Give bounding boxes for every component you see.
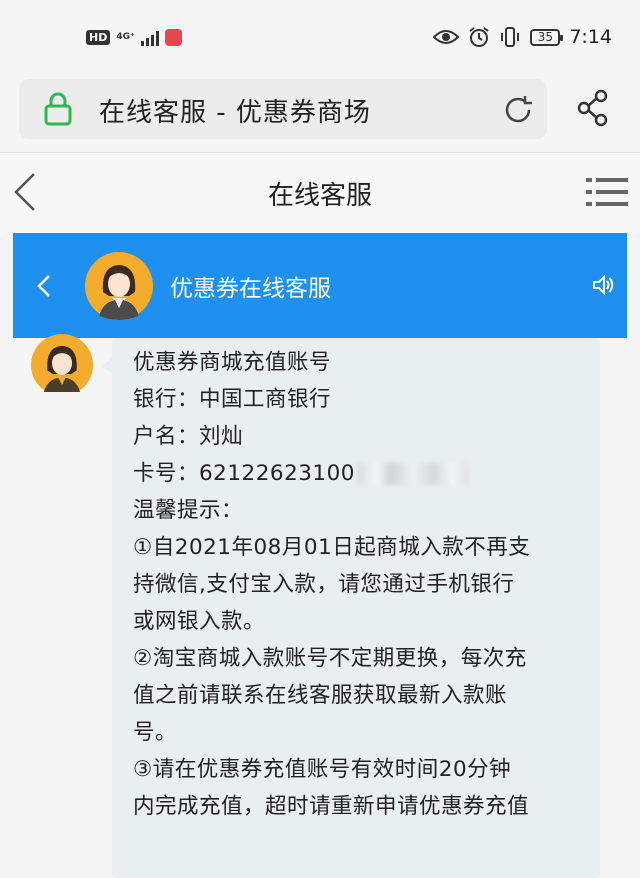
tip-line: 内完成充值，超时请重新申请优惠券充值 <box>133 794 530 819</box>
tips-label: 温馨提示： <box>133 498 244 523</box>
status-right: 35 7:14 <box>433 26 612 48</box>
notification-app-icon <box>164 29 182 46</box>
chat-back-icon[interactable] <box>35 273 53 299</box>
lock-icon <box>44 92 72 126</box>
card-number-text: 卡号：62122623100 <box>133 461 355 486</box>
bank-line: 银行：中国工商银行 <box>133 387 332 412</box>
message-avatar <box>31 334 93 392</box>
tip-line: ②淘宝商城入款账号不定期更换，每次充 <box>133 646 527 671</box>
tip-line: ③请在优惠券充值账号有效时间20分钟 <box>133 757 512 782</box>
message-bubble: 优惠券商城充值账号 银行：中国工商银行 户名：刘灿 卡号：62122623100… <box>102 338 600 878</box>
speaker-icon[interactable] <box>591 273 615 297</box>
status-time: 7:14 <box>569 26 612 48</box>
tip-line: 号。 <box>133 720 178 745</box>
battery-icon: 35 <box>530 28 564 46</box>
nav-header: 在线客服 <box>0 152 640 233</box>
message-heading: 优惠券商城充值账号 <box>133 350 332 375</box>
tip-line: 持微信,支付宝入款，请您通过手机银行 <box>133 572 515 597</box>
reload-icon[interactable] <box>501 93 535 127</box>
nav-title: 在线客服 <box>267 181 372 211</box>
alarm-icon <box>469 27 489 47</box>
vibrate-icon <box>501 27 520 47</box>
card-number-line: 卡号：62122623100 <box>133 455 600 492</box>
hd-badge: HD <box>86 30 111 45</box>
agent-avatar <box>85 252 153 320</box>
address-bar[interactable]: 在线客服 - 优惠券商场 <box>19 79 547 139</box>
page-title-url[interactable]: 在线客服 - 优惠券商场 <box>99 92 371 129</box>
agent-name: 优惠券在线客服 <box>170 276 331 302</box>
eye-icon <box>433 30 460 44</box>
account-holder-line: 户名：刘灿 <box>133 424 244 449</box>
network-type-label: 4G⁺ <box>116 32 135 42</box>
redacted-digits <box>356 463 469 485</box>
tip-line: 或网银入款。 <box>133 609 266 634</box>
share-icon[interactable] <box>576 89 610 127</box>
status-bar: HD 4G⁺ 35 7:14 <box>0 0 640 78</box>
status-left: HD 4G⁺ <box>86 29 182 46</box>
tip-line: 值之前请联系在线客服获取最新入款账 <box>133 683 508 708</box>
menu-icon[interactable] <box>586 177 628 207</box>
chat-header: 优惠券在线客服 <box>13 233 627 338</box>
tip-line: ①自2021年08月01日起商城入款不再支 <box>133 535 531 560</box>
signal-icon <box>140 30 159 46</box>
